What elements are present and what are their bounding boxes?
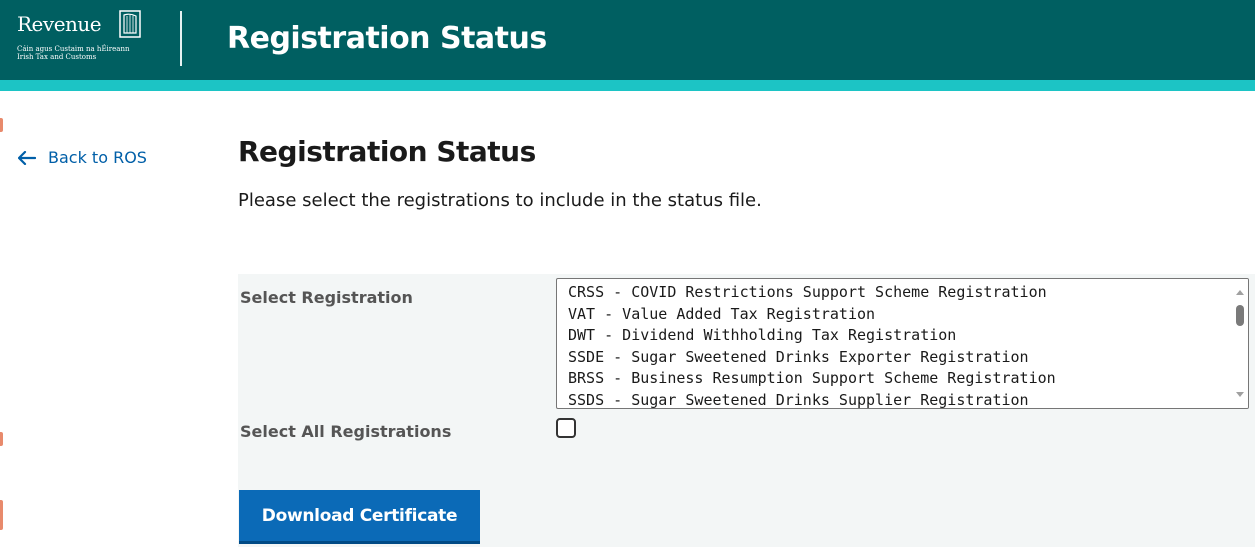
back-to-ros-link[interactable]: Back to ROS [18,148,147,167]
back-link-label: Back to ROS [48,148,147,167]
edge-mark [0,500,3,530]
scroll-up-icon[interactable] [1236,290,1244,295]
registration-option[interactable]: DWT - Dividend Withholding Tax Registrat… [557,325,1232,347]
download-certificate-button[interactable]: Download Certificate [239,490,480,544]
edge-mark [0,118,3,132]
select-all-label: Select All Registrations [240,422,452,441]
arrow-left-icon [18,150,36,165]
select-all-checkbox[interactable] [556,418,576,438]
registration-option[interactable]: SSDE - Sugar Sweetened Drinks Exporter R… [557,347,1232,369]
listbox-scrollbar[interactable] [1232,279,1248,408]
app-header: Revenue Cáin agus Custaim na hÉireann Ir… [0,0,1255,80]
harp-icon [119,10,141,38]
page-title: Registration Status [238,135,536,168]
edge-mark [0,432,3,446]
header-title: Registration Status [227,21,547,56]
registration-option[interactable]: SSDS - Sugar Sweetened Drinks Supplier R… [557,390,1232,409]
revenue-logo[interactable]: Revenue Cáin agus Custaim na hÉireann Ir… [17,8,177,64]
logo-subtitle-english: Irish Tax and Customs [17,53,97,61]
registration-option[interactable]: VAT - Value Added Tax Registration [557,304,1232,326]
registration-options: CRSS - COVID Restrictions Support Scheme… [557,279,1232,409]
logo-wordmark: Revenue [17,12,102,36]
logo-subtitle-irish: Cáin agus Custaim na hÉireann [17,45,130,53]
registration-form: Select Registration CRSS - COVID Restric… [238,274,1255,547]
scroll-down-icon[interactable] [1236,392,1244,397]
header-divider [180,11,182,66]
header-accent-stripe [0,80,1255,91]
registration-listbox[interactable]: CRSS - COVID Restrictions Support Scheme… [556,278,1249,409]
registration-option[interactable]: BRSS - Business Resumption Support Schem… [557,368,1232,390]
select-registration-label: Select Registration [240,288,413,307]
scrollbar-thumb[interactable] [1236,305,1244,326]
page-instructions: Please select the registrations to inclu… [238,190,762,211]
registration-option[interactable]: CRSS - COVID Restrictions Support Scheme… [557,282,1232,304]
